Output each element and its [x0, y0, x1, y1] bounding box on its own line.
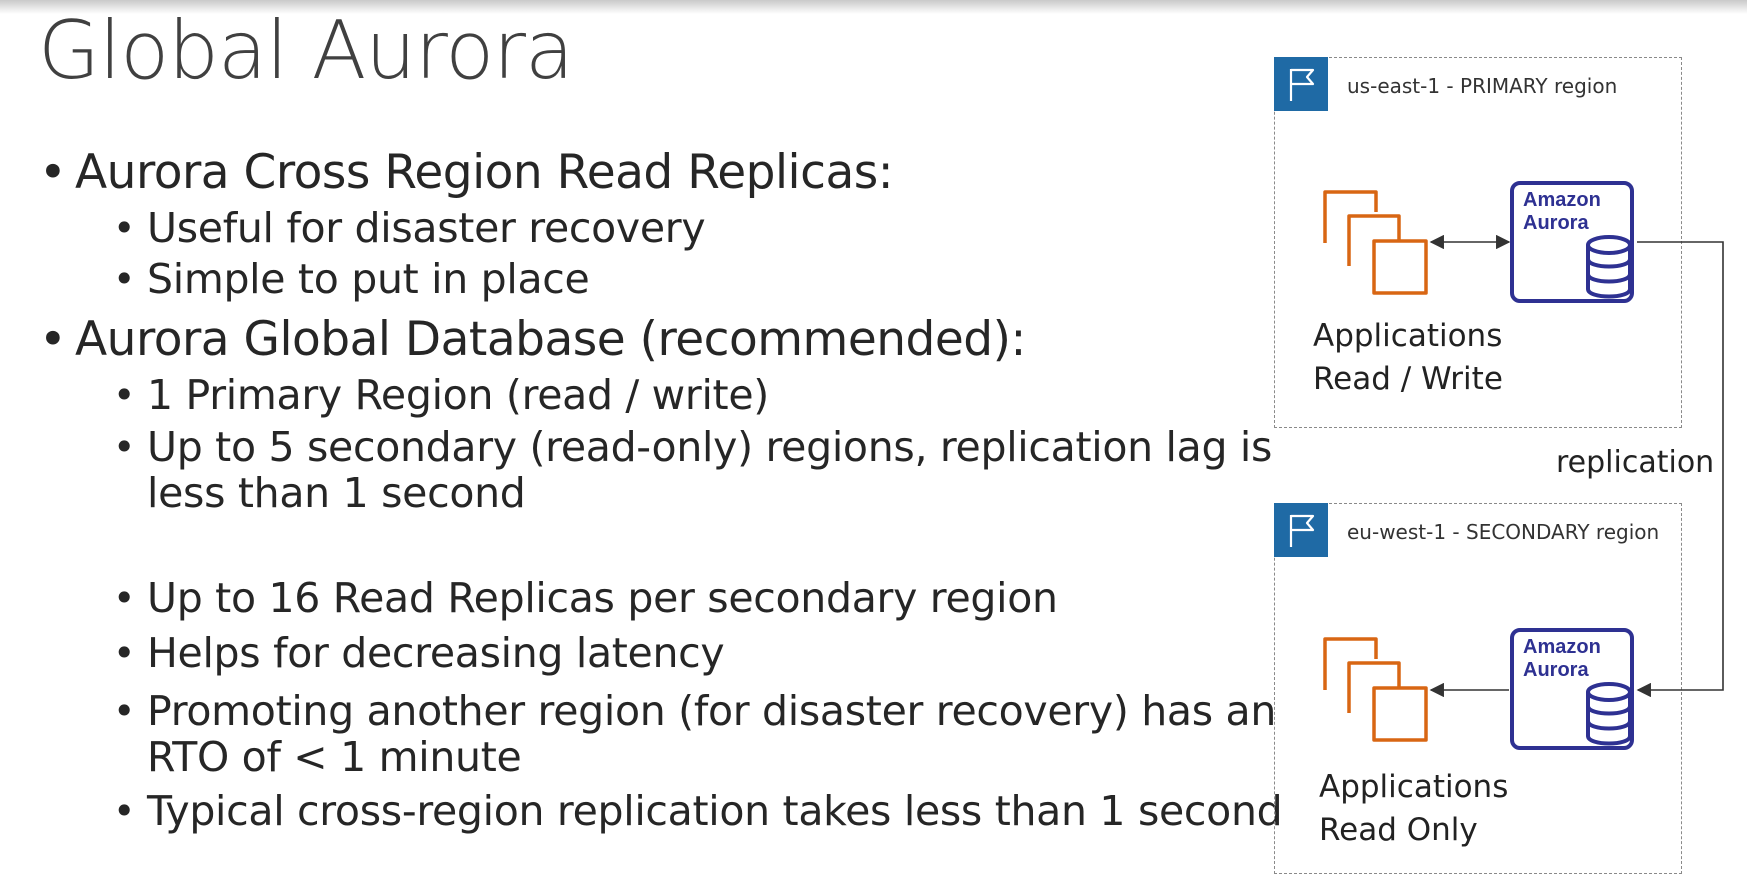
- aurora-label-line: Aurora: [1523, 659, 1589, 681]
- replication-label: replication: [1556, 445, 1715, 480]
- aurora-label-line: Amazon: [1523, 189, 1601, 211]
- database-cylinder-icon: [1586, 682, 1632, 746]
- aurora-database-icon: Amazon Aurora: [1510, 628, 1634, 750]
- diagram-graphics: [1323, 190, 1724, 742]
- applications-icon: [1323, 190, 1428, 295]
- aurora-label: Amazon Aurora: [1523, 636, 1601, 682]
- aurora-label: Amazon Aurora: [1523, 189, 1601, 235]
- aurora-label-line: Amazon: [1523, 636, 1601, 658]
- applications-icon: [1323, 637, 1428, 742]
- database-cylinder-icon: [1586, 235, 1632, 299]
- aurora-label-line: Aurora: [1523, 212, 1589, 234]
- aurora-database-icon: Amazon Aurora: [1510, 181, 1634, 303]
